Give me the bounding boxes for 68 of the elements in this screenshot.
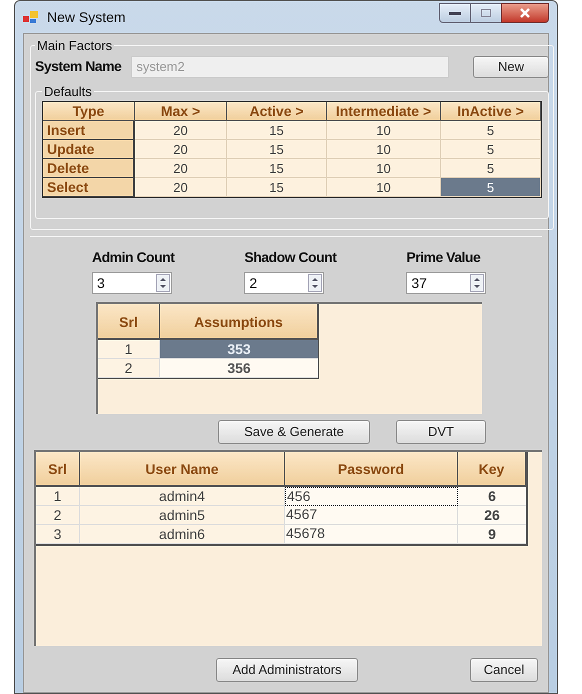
group-legend: Defaults	[42, 82, 94, 101]
table-cell[interactable]: 2	[36, 506, 80, 525]
table-cell[interactable]: 10	[327, 140, 441, 159]
spin-arrows-icon[interactable]	[308, 274, 322, 292]
spinner-label: Admin Count	[92, 248, 174, 267]
table-cell[interactable]: 356	[160, 359, 318, 378]
column-header[interactable]: Max >	[135, 102, 227, 121]
field-label: System Name	[35, 57, 122, 76]
table-cell[interactable]: 5	[441, 140, 541, 159]
number-spinner[interactable]: 3	[92, 272, 172, 294]
table-cell[interactable]: 20	[135, 159, 227, 178]
table-cell[interactable]: 26	[458, 506, 526, 525]
action-button[interactable]: DVT	[396, 420, 486, 444]
table-cell[interactable]: admin6	[80, 525, 285, 544]
spin-arrows-icon[interactable]	[470, 274, 484, 292]
table-cell[interactable]: 15	[227, 159, 327, 178]
table-cell[interactable]: 2	[98, 359, 160, 378]
maximize-button[interactable]	[471, 3, 501, 23]
table-cell[interactable]: 45678	[285, 525, 458, 544]
table-cell[interactable]: 3	[36, 525, 80, 544]
column-header[interactable]: InActive >	[441, 102, 541, 121]
number-spinner[interactable]: 2	[244, 272, 324, 294]
table-cell[interactable]: 5	[441, 121, 541, 140]
dialog-button[interactable]: Cancel	[470, 658, 538, 682]
row-header[interactable]: Select	[43, 178, 135, 197]
table-cell[interactable]: 20	[135, 140, 227, 159]
table-cell[interactable]: admin4	[80, 487, 285, 506]
table-cell[interactable]: 456	[285, 487, 458, 506]
app-icon	[23, 10, 39, 24]
table-cell[interactable]: admin5	[80, 506, 285, 525]
table-cell[interactable]: 1	[98, 340, 160, 359]
table-cell[interactable]: 10	[327, 159, 441, 178]
dialog-button[interactable]: Add Administrators	[216, 658, 358, 682]
column-header[interactable]: Assumptions	[160, 304, 318, 340]
table-cell[interactable]: 15	[227, 121, 327, 140]
row-header[interactable]: Update	[43, 140, 135, 159]
table-cell[interactable]: 10	[327, 121, 441, 140]
table-cell[interactable]: 9	[458, 525, 526, 544]
group-legend: Main Factors	[35, 36, 114, 56]
table-cell[interactable]: 20	[135, 121, 227, 140]
action-button[interactable]: Save & Generate	[218, 420, 370, 444]
minimize-button[interactable]	[439, 3, 471, 23]
column-header[interactable]: Key	[458, 452, 526, 487]
close-button[interactable]	[501, 3, 549, 23]
table-cell[interactable]: 15	[227, 140, 327, 159]
table-cell[interactable]: 1	[36, 487, 80, 506]
table-cell[interactable]: 5	[441, 178, 541, 197]
column-header[interactable]: Active >	[227, 102, 327, 121]
spin-arrows-icon[interactable]	[156, 274, 170, 292]
table-cell[interactable]: 6	[458, 487, 526, 506]
window-title: New System	[47, 8, 126, 27]
close-icon	[520, 8, 530, 18]
column-header[interactable]: Type	[43, 102, 135, 121]
column-header[interactable]: Srl	[36, 452, 80, 487]
number-spinner[interactable]: 37	[406, 272, 486, 294]
row-header[interactable]: Delete	[43, 159, 135, 178]
table-cell[interactable]: 15	[227, 178, 327, 197]
column-header[interactable]: User Name	[80, 452, 285, 487]
spinner-label: Shadow Count	[244, 248, 336, 267]
row-header[interactable]: Insert	[43, 121, 135, 140]
new-button[interactable]: New	[473, 56, 549, 78]
column-header[interactable]: Srl	[98, 304, 160, 340]
column-header[interactable]: Intermediate >	[327, 102, 441, 121]
table-cell[interactable]: 20	[135, 178, 227, 197]
spinner-label: Prime Value	[406, 248, 480, 267]
table-cell[interactable]: 4567	[285, 506, 458, 525]
table-cell[interactable]: 353	[160, 340, 318, 359]
column-header[interactable]: Password	[285, 452, 458, 487]
